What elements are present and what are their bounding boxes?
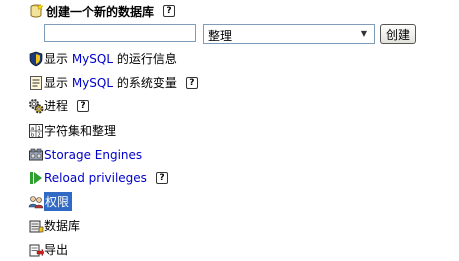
charsets-icon: a 1 b 2 — [29, 123, 43, 138]
menu-item-processes-label: 进程 — [44, 99, 69, 113]
menu-item-databases[interactable]: 数据库 — [28, 217, 80, 234]
svg-text:b: b — [31, 132, 34, 138]
processes-help-icon[interactable]: ? — [77, 99, 90, 112]
menu-item-charsets-label: 字符集和整理 — [44, 124, 117, 138]
menu-item-charsets[interactable]: a 1 b 2 字符集和整理 — [28, 122, 116, 139]
menu-item-processes[interactable]: 进程 ? — [28, 97, 90, 114]
new-database-icon — [30, 3, 44, 18]
svg-text:1: 1 — [38, 126, 41, 132]
menu-item-privileges-label: 权限 — [44, 192, 73, 211]
export-icon — [29, 244, 44, 257]
menu-item-export-label: 导出 — [44, 243, 69, 257]
new-database-name-input[interactable] — [44, 24, 196, 42]
create-database-help-icon[interactable]: ? — [163, 5, 176, 17]
collation-selected-value: 整理 — [208, 29, 233, 43]
menu-item-status-label: 显示 MySQL 的运行信息 — [44, 52, 177, 66]
create-database-button[interactable]: 创建 — [380, 24, 416, 44]
processes-icon — [29, 98, 44, 113]
menu-item-reload-privileges[interactable]: Reload privileges ? — [28, 169, 168, 186]
variables-icon — [30, 75, 42, 90]
svg-text:2: 2 — [38, 132, 41, 138]
variables-help-icon[interactable]: ? — [185, 76, 198, 89]
menu-item-databases-label: 数据库 — [44, 219, 81, 233]
menu-item-variables[interactable]: 显示 MySQL 的系统变量 ? — [28, 74, 198, 91]
chevron-down-icon[interactable]: ▼ — [357, 28, 371, 40]
menu-item-status[interactable]: 显示 MySQL 的运行信息 — [28, 50, 177, 67]
status-icon — [29, 51, 43, 66]
menu-item-engines[interactable]: Storage Engines — [28, 146, 142, 163]
menu-item-reload-label: Reload privileges — [44, 170, 147, 185]
menu-item-export[interactable]: 导出 — [28, 241, 68, 258]
svg-text:a: a — [31, 126, 34, 132]
server-main-panel: 创建一个新的数据库 ? 整理 ▼ 创建 显示 MySQL 的运行信息 显示 My… — [0, 0, 459, 261]
menu-item-variables-label: 显示 MySQL 的系统变量 — [44, 76, 177, 90]
menu-item-engines-label: Storage Engines — [44, 147, 143, 162]
privileges-icon — [28, 195, 44, 208]
collation-select[interactable]: 整理 ▼ — [203, 24, 375, 44]
create-database-header: 创建一个新的数据库 ? — [28, 3, 176, 19]
reload-icon — [30, 171, 42, 184]
menu-item-privileges[interactable]: 权限 — [28, 192, 73, 211]
create-database-title: 创建一个新的数据库 — [46, 4, 155, 19]
reload-help-icon[interactable]: ? — [155, 171, 168, 184]
engines-icon — [29, 148, 43, 160]
databases-icon — [29, 220, 44, 232]
